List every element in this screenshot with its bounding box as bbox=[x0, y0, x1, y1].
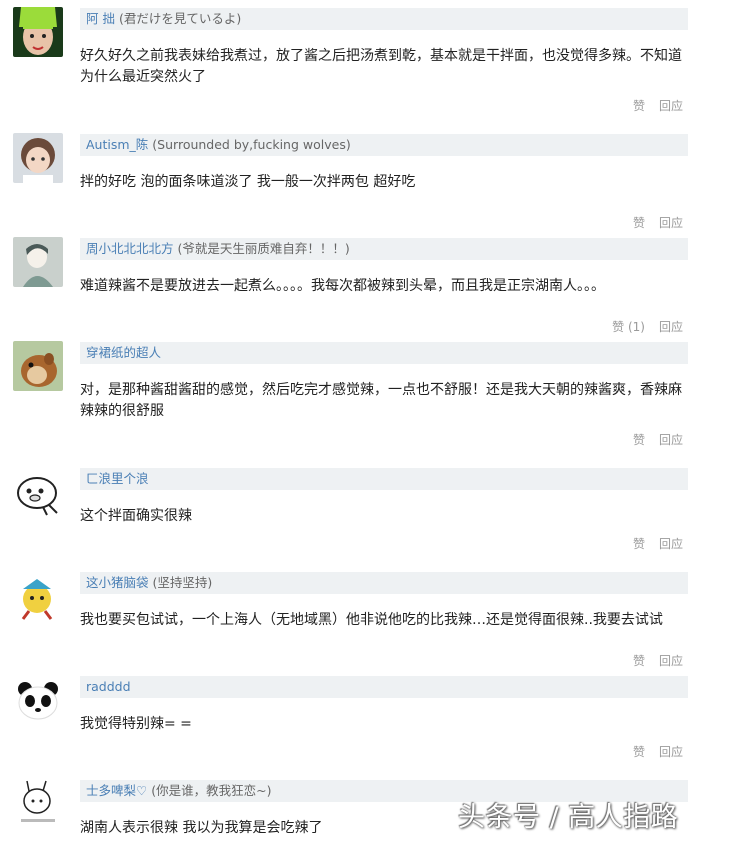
watermark: 头条号 / 高人指路 bbox=[458, 802, 679, 833]
user-signature: (你是谁，教我狂恋~) bbox=[151, 783, 272, 798]
username[interactable]: Autism_陈 bbox=[80, 137, 148, 152]
comment-text: 难道辣酱不是要放进去一起煮么。。。。我每次都被辣到头晕，而且我是正宗湖南人。。。 bbox=[80, 278, 605, 294]
like-button[interactable]: 赞 (1) bbox=[612, 320, 645, 334]
like-button[interactable]: 赞 bbox=[633, 745, 645, 759]
comment-text: 好久好久之前我表妹给我煮过，放了酱之后把汤煮到乾，基本就是干拌面，也没觉得多辣。… bbox=[80, 48, 682, 85]
avatar[interactable] bbox=[13, 675, 63, 725]
username[interactable]: 士多啤梨♡ bbox=[80, 783, 147, 798]
comment-text: 我也要买包试试，一个上海人（无地域黑）他非说他吃的比我辣…还是觉得面很辣..我要… bbox=[80, 612, 663, 628]
username[interactable]: ㄈ浪里个浪 bbox=[80, 471, 149, 486]
like-button[interactable]: 赞 bbox=[633, 433, 645, 447]
like-button[interactable]: 赞 bbox=[633, 99, 645, 113]
reply-button[interactable]: 回应 bbox=[659, 745, 683, 759]
username[interactable]: 阿 拙 bbox=[80, 11, 115, 26]
comment-actions: 赞回应 bbox=[619, 535, 683, 552]
comment-header: 这小猪脑袋 (坚持坚持) bbox=[80, 572, 688, 594]
like-button[interactable]: 赞 bbox=[633, 537, 645, 551]
user-signature: (Surrounded by,fucking wolves) bbox=[152, 137, 351, 152]
avatar[interactable] bbox=[13, 779, 63, 829]
comment-header: ㄈ浪里个浪 bbox=[80, 468, 688, 490]
comment-actions: 赞 (1) 回应 bbox=[598, 318, 683, 335]
comment-header: 周小北北北北方 (爷就是天生丽质难自弃！！！) bbox=[80, 238, 688, 260]
avatar[interactable] bbox=[13, 341, 63, 391]
username[interactable]: radddd bbox=[80, 679, 131, 694]
comment-header: 穿裙纸的超人 bbox=[80, 342, 688, 364]
user-signature: (坚持坚持) bbox=[152, 575, 213, 590]
comment-header: 阿 拙 (君だけを見ているよ) bbox=[80, 8, 688, 30]
comment-actions: 赞回应 bbox=[619, 431, 683, 448]
username[interactable]: 这小猪脑袋 bbox=[80, 575, 149, 590]
user-signature: (君だけを見ているよ) bbox=[118, 11, 242, 26]
comment-actions: 赞回应 bbox=[619, 743, 683, 760]
avatar[interactable] bbox=[13, 467, 63, 517]
reply-button[interactable]: 回应 bbox=[659, 433, 683, 447]
like-button[interactable]: 赞 bbox=[633, 654, 645, 668]
username[interactable]: 穿裙纸的超人 bbox=[80, 345, 161, 360]
comment-actions: 赞回应 bbox=[619, 97, 683, 114]
comment-text: 对，是那种酱甜酱甜的感觉，然后吃完才感觉辣，一点也不舒服！还是我大天朝的辣酱爽，… bbox=[80, 382, 682, 419]
like-button[interactable]: 赞 bbox=[633, 216, 645, 230]
avatar[interactable] bbox=[13, 133, 63, 183]
reply-button[interactable]: 回应 bbox=[659, 216, 683, 230]
user-signature: (爷就是天生丽质难自弃！！！) bbox=[177, 241, 350, 256]
reply-button[interactable]: 回应 bbox=[659, 99, 683, 113]
avatar[interactable] bbox=[13, 237, 63, 287]
comment-header: radddd bbox=[80, 676, 688, 698]
username[interactable]: 周小北北北北方 bbox=[80, 241, 174, 256]
reply-button[interactable]: 回应 bbox=[659, 654, 683, 668]
reply-button[interactable]: 回应 bbox=[659, 320, 683, 334]
avatar[interactable] bbox=[13, 7, 63, 57]
comment-text: 我觉得特别辣= = bbox=[80, 716, 192, 732]
comment-text: 这个拌面确实很辣 bbox=[80, 508, 192, 524]
comment-actions: 赞回应 bbox=[619, 214, 683, 231]
reply-button[interactable]: 回应 bbox=[659, 537, 683, 551]
avatar[interactable] bbox=[13, 571, 63, 621]
comment-actions: 赞回应 bbox=[619, 652, 683, 669]
comment-text: 拌的好吃 泡的面条味道淡了 我一般一次拌两包 超好吃 bbox=[80, 174, 416, 190]
comment-header: Autism_陈 (Surrounded by,fucking wolves) bbox=[80, 134, 688, 156]
